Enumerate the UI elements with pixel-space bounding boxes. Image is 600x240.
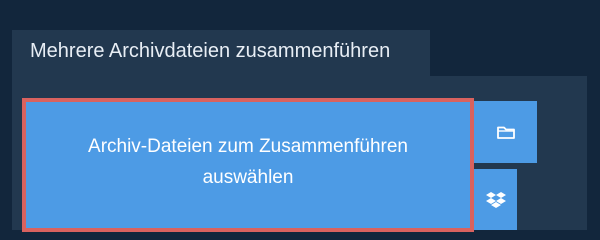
merge-archive-page: Mehrere Archivdateien zusammenführen Arc…: [0, 0, 600, 232]
tab-title: Mehrere Archivdateien zusammenführen: [30, 40, 391, 62]
merge-archive-tab: Mehrere Archivdateien zusammenführen: [12, 30, 430, 76]
dropbox-button[interactable]: [474, 169, 517, 230]
dropbox-icon: [485, 191, 506, 209]
folder-icon: [496, 123, 516, 141]
select-archive-files-label: Archiv-Dateien zum Zusammenführen auswäh…: [88, 136, 408, 188]
browse-folder-button[interactable]: [474, 101, 537, 163]
select-archive-files-button[interactable]: Archiv-Dateien zum Zusammenführen auswäh…: [22, 98, 474, 232]
